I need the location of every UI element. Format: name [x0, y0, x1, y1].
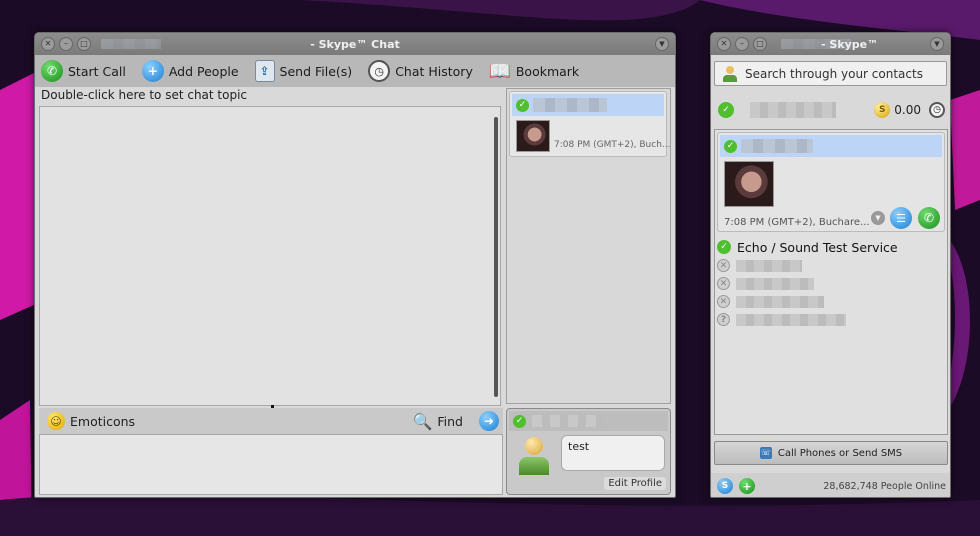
contact-list: ✓ 7:08 PM (GMT+2), Buchare... ▼ ☰ ✆ ✓ Ec… — [714, 129, 948, 435]
minimize-icon[interactable]: – — [59, 37, 73, 51]
history-clock-icon[interactable]: ◷ — [929, 102, 945, 118]
status-icon[interactable]: ✓ — [513, 414, 526, 428]
my-profile-header: ✓ — [509, 411, 668, 431]
input-toolbar: ☺ Emoticons 🔍 Find ➜ — [39, 408, 503, 434]
participant-local-time: 7:08 PM (GMT+2), Buch... — [554, 140, 671, 150]
phone-icon: ✆ — [41, 60, 63, 82]
send-files-label: Send File(s) — [279, 63, 353, 79]
skype-logo-icon[interactable]: S — [717, 478, 733, 494]
message-input[interactable] — [39, 434, 503, 495]
add-icon: + — [141, 60, 164, 82]
call-phones-button[interactable]: ☏ Call Phones or Send SMS — [714, 441, 948, 465]
my-status-icon[interactable]: ✓ — [718, 102, 734, 118]
redacted-title — [781, 39, 851, 49]
contact-row[interactable]: ✕ — [717, 275, 945, 292]
account-status-row: ✓ S 0.00 ◷ — [714, 95, 947, 125]
participant-card[interactable]: ✓ 7:08 PM (GMT+2), Buch... — [509, 91, 671, 157]
add-people-label: Add People — [168, 63, 239, 79]
main-window-titlebar: ✕ – □ - Skype™ ▼ — [711, 33, 950, 55]
participant-header: ✓ — [512, 94, 664, 116]
selected-contact-card[interactable]: ✓ 7:08 PM (GMT+2), Buchare... ▼ ☰ ✆ — [717, 132, 945, 232]
online-status-icon: ✓ — [717, 240, 731, 254]
participants-panel: ✓ 7:08 PM (GMT+2), Buch... — [506, 88, 671, 404]
chat-history-area — [39, 106, 501, 408]
default-avatar — [517, 437, 551, 477]
redacted-contact-name — [736, 277, 814, 290]
main-footer: S + 28,682,748 People Online — [711, 473, 950, 497]
chat-history-button[interactable]: ◷ Chat History — [368, 60, 473, 82]
redacted-my-name — [532, 415, 602, 427]
close-icon[interactable]: ✕ — [717, 37, 731, 51]
redacted-contact-name — [736, 313, 846, 326]
maximize-icon[interactable]: □ — [77, 37, 91, 51]
skype-credit[interactable]: S 0.00 — [874, 102, 921, 118]
send-file-icon: ⇪ — [254, 60, 275, 82]
online-status-icon: ✓ — [516, 98, 529, 112]
online-status-icon: ✓ — [724, 139, 737, 153]
chat-window: ✕ – □ - Skype™ Chat ▼ ✆ Start Call + Add… — [34, 32, 676, 498]
edit-profile-button[interactable]: Edit Profile — [604, 477, 666, 490]
redacted-contact-name — [741, 139, 813, 153]
redacted-contact-name — [736, 259, 802, 272]
offline-status-icon: ✕ — [717, 259, 730, 272]
contact-row[interactable]: ? — [717, 311, 945, 328]
add-people-button[interactable]: + Add People — [141, 60, 239, 82]
find-button[interactable]: 🔍 Find — [412, 412, 463, 431]
chevron-down-icon[interactable]: ▼ — [871, 211, 885, 225]
contact-avatar — [724, 161, 774, 207]
user-icon — [723, 65, 737, 82]
minimize-icon[interactable]: – — [735, 37, 749, 51]
send-files-button[interactable]: ⇪ Send File(s) — [254, 60, 353, 82]
bookmark-label: Bookmark — [515, 63, 580, 79]
credit-icon: S — [874, 102, 891, 118]
contact-name: Echo / Sound Test Service — [737, 239, 898, 255]
contact-row[interactable]: ✕ — [717, 293, 945, 310]
find-label: Find — [437, 413, 463, 429]
call-phones-label: Call Phones or Send SMS — [777, 447, 903, 459]
offline-status-icon: ✕ — [717, 277, 730, 290]
close-icon[interactable]: ✕ — [41, 37, 55, 51]
unknown-status-icon: ? — [717, 313, 730, 326]
contact-local-time: 7:08 PM (GMT+2), Buchare... — [724, 217, 870, 228]
chat-window-titlebar: ✕ – □ - Skype™ Chat ▼ — [35, 33, 675, 55]
mood-message-bubble[interactable]: test — [561, 435, 665, 471]
add-contact-icon[interactable]: + — [739, 478, 755, 494]
book-icon: 📖 — [488, 60, 512, 82]
selected-contact-header: ✓ — [720, 135, 942, 157]
contact-row[interactable]: ✓ Echo / Sound Test Service — [717, 238, 945, 256]
redacted-account-name — [750, 102, 836, 118]
redacted-name — [533, 98, 607, 112]
redacted-contact-name — [736, 295, 824, 308]
chevron-down-icon[interactable]: ▼ — [930, 37, 944, 51]
contact-search-input[interactable]: Search through your contacts — [714, 61, 947, 86]
phone-keypad-icon: ☏ — [759, 447, 772, 459]
credit-amount: 0.00 — [894, 103, 921, 117]
chat-toolbar: ✆ Start Call + Add People ⇪ Send File(s)… — [35, 55, 675, 87]
chat-history-label: Chat History — [395, 63, 473, 79]
emoticons-label: Emoticons — [70, 413, 136, 429]
redacted-title — [101, 39, 161, 49]
start-call-button[interactable]: ✆ Start Call — [41, 60, 126, 82]
maximize-icon[interactable]: □ — [753, 37, 767, 51]
people-online-count: 28,682,748 People Online — [823, 480, 946, 492]
send-arrow-icon[interactable]: ➜ — [479, 411, 499, 431]
contact-row[interactable]: ✕ — [717, 257, 945, 274]
smiley-icon: ☺ — [47, 412, 65, 430]
scrollbar[interactable] — [494, 117, 498, 397]
start-call-label: Start Call — [68, 63, 126, 79]
chat-topic[interactable]: Double-click here to set chat topic — [41, 88, 501, 105]
clock-icon: ◷ — [368, 60, 391, 82]
search-placeholder: Search through your contacts — [745, 66, 923, 81]
chat-bubble-icon[interactable]: ☰ — [890, 207, 912, 229]
main-window: ✕ – □ - Skype™ ▼ Search through your con… — [710, 32, 951, 498]
magnifier-icon: 🔍 — [412, 411, 433, 431]
avatar — [516, 120, 550, 152]
my-profile-panel: ✓ test Edit Profile — [506, 408, 671, 495]
chevron-down-icon[interactable]: ▼ — [655, 37, 669, 51]
call-icon[interactable]: ✆ — [918, 207, 940, 229]
bookmark-button[interactable]: 📖 Bookmark — [488, 60, 580, 82]
emoticons-button[interactable]: ☺ Emoticons — [47, 412, 135, 430]
offline-status-icon: ✕ — [717, 295, 730, 308]
